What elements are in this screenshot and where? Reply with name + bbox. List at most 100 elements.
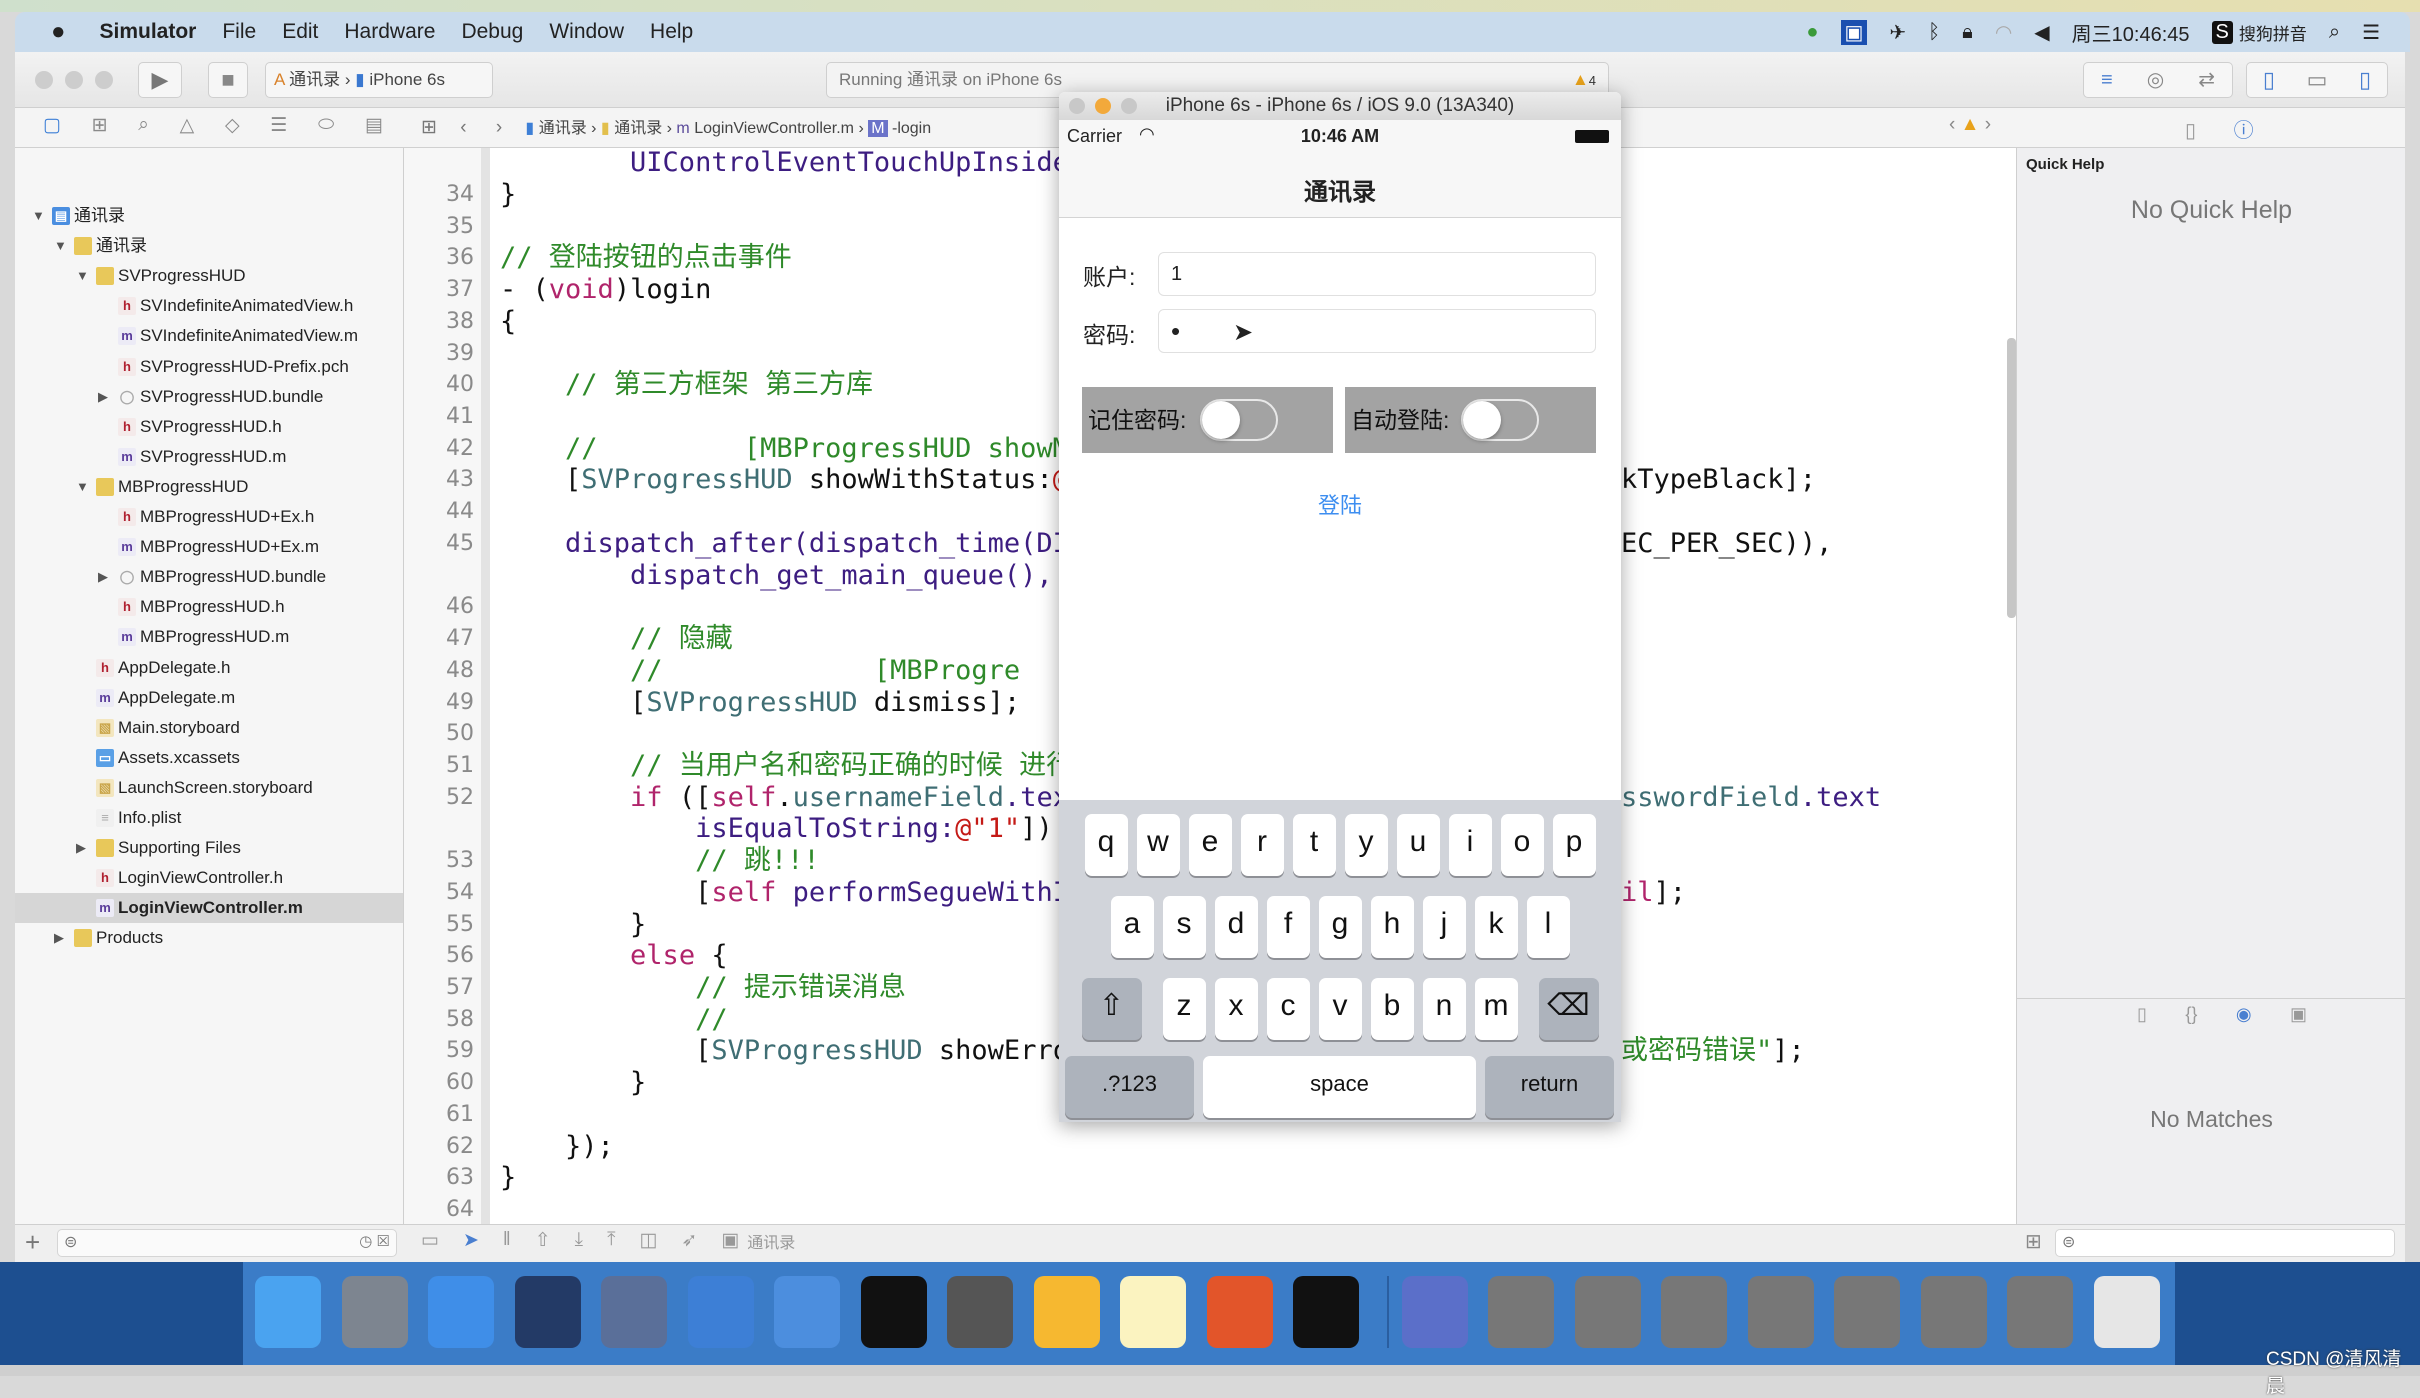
system-preferences-icon[interactable] bbox=[947, 1276, 1013, 1348]
disclosure-closed-icon[interactable]: ▶ bbox=[54, 923, 64, 953]
zoom-button[interactable] bbox=[95, 71, 113, 89]
password-field[interactable]: • bbox=[1158, 309, 1596, 353]
file-inspector-icon[interactable]: ▯ bbox=[2185, 120, 2196, 142]
file-tree-item[interactable]: h SVIndefiniteAnimatedView.h bbox=[15, 291, 403, 321]
key-e[interactable]: e bbox=[1188, 814, 1232, 876]
add-icon[interactable]: + bbox=[25, 1227, 40, 1258]
warning-count[interactable]: 4 bbox=[1589, 73, 1596, 88]
presentation-icon[interactable] bbox=[1206, 1276, 1273, 1348]
version-editor-icon[interactable]: ⇄ bbox=[2198, 63, 2215, 97]
next-issue-icon[interactable]: › bbox=[1985, 114, 1991, 135]
space-key[interactable]: space bbox=[1203, 1056, 1476, 1118]
notes-icon[interactable] bbox=[1120, 1276, 1186, 1348]
window-6-icon[interactable] bbox=[1920, 1276, 1987, 1348]
media-library-icon[interactable]: ▣ bbox=[2290, 1004, 2307, 1025]
key-r[interactable]: r bbox=[1240, 814, 1284, 876]
window-7-icon[interactable] bbox=[2007, 1276, 2073, 1348]
disclosure-open-icon[interactable]: ▼ bbox=[76, 261, 89, 291]
simulator-icon[interactable] bbox=[774, 1276, 840, 1348]
key-a[interactable]: a bbox=[1110, 896, 1154, 958]
file-tree-item[interactable]: h MBProgressHUD.h bbox=[15, 592, 403, 622]
menu-file[interactable]: File bbox=[222, 20, 256, 44]
key-f[interactable]: f bbox=[1266, 896, 1310, 958]
disclosure-open-icon[interactable]: ▼ bbox=[32, 201, 45, 231]
file-tree-item[interactable]: ▶ ◯ SVProgressHUD.bundle bbox=[15, 382, 403, 412]
file-tree-item[interactable]: ▶ Supporting Files bbox=[15, 833, 403, 863]
file-tree-item[interactable]: m MBProgressHUD.m bbox=[15, 622, 403, 652]
view-debugger-icon[interactable]: ◫ bbox=[639, 1229, 657, 1253]
key-w[interactable]: w bbox=[1136, 814, 1180, 876]
file-tree-item[interactable]: h SVProgressHUD-Prefix.pch bbox=[15, 352, 403, 382]
issue-warning-icon[interactable]: ▲ bbox=[1961, 114, 1980, 135]
terminal-icon[interactable] bbox=[860, 1276, 927, 1348]
report-navigator-icon[interactable]: ▤ bbox=[365, 114, 383, 137]
issue-navigator-icon[interactable]: △ bbox=[180, 114, 195, 137]
code-snippet-icon[interactable]: {} bbox=[2185, 1004, 2197, 1025]
file-tree-item[interactable]: ▶ Products bbox=[15, 923, 403, 953]
back-icon[interactable]: ‹ bbox=[460, 117, 466, 138]
green-app-icon[interactable]: ● bbox=[1806, 21, 1818, 44]
file-tree-item[interactable]: m AppDelegate.m bbox=[15, 683, 403, 713]
window-4-icon[interactable] bbox=[1747, 1276, 1814, 1348]
key-v[interactable]: v bbox=[1318, 978, 1362, 1040]
lock-icon[interactable]: 🔒︎ bbox=[1962, 21, 1973, 44]
menu-app[interactable]: Simulator bbox=[100, 20, 197, 44]
scheme-selector[interactable]: A 通讯录 › ▮ iPhone 6s bbox=[265, 62, 493, 98]
toggle-console-icon[interactable]: ▭ bbox=[421, 1229, 439, 1253]
key-t[interactable]: t bbox=[1292, 814, 1336, 876]
shift-key[interactable]: ⇧ bbox=[1081, 978, 1142, 1040]
remember-password-switch[interactable] bbox=[1200, 399, 1278, 441]
file-tree-item[interactable]: ≡ Info.plist bbox=[15, 803, 403, 833]
disclosure-closed-icon[interactable]: ▶ bbox=[76, 833, 86, 863]
file-tree-item[interactable]: ▭ Assets.xcassets bbox=[15, 743, 403, 773]
menu-help[interactable]: Help bbox=[650, 20, 693, 44]
trash-icon[interactable] bbox=[2093, 1276, 2160, 1348]
login-button[interactable]: 登陆 bbox=[1059, 488, 1621, 520]
assistant-editor-icon[interactable]: ◎ bbox=[2147, 63, 2164, 97]
file-tree-item[interactable]: ▼ ▤ 通讯录 bbox=[15, 201, 403, 231]
key-x[interactable]: x bbox=[1214, 978, 1258, 1040]
media-player-icon[interactable] bbox=[1401, 1276, 1468, 1348]
numbers-key[interactable]: .?123 bbox=[1065, 1056, 1194, 1118]
spotlight-icon[interactable]: ⌕ bbox=[2329, 21, 2340, 44]
delete-key[interactable]: ⌫ bbox=[1538, 978, 1599, 1040]
key-y[interactable]: y bbox=[1344, 814, 1388, 876]
key-i[interactable]: i bbox=[1448, 814, 1492, 876]
file-tree-item[interactable]: m SVProgressHUD.m bbox=[15, 442, 403, 472]
console-icon[interactable] bbox=[1293, 1276, 1359, 1348]
file-template-icon[interactable]: ▯ bbox=[2137, 1004, 2147, 1025]
ime-label[interactable]: 搜狗拼音 bbox=[2239, 20, 2307, 45]
file-tree-item[interactable]: h LoginViewController.h bbox=[15, 863, 403, 893]
zoom-button[interactable] bbox=[1121, 98, 1137, 114]
minimize-button[interactable] bbox=[65, 71, 83, 89]
recent-files-icon[interactable]: ◷ ☒ bbox=[359, 1232, 390, 1250]
step-over-icon[interactable]: ⇧ bbox=[535, 1229, 551, 1253]
close-button[interactable] bbox=[1069, 98, 1085, 114]
file-tree-item[interactable]: ▼ SVProgressHUD bbox=[15, 261, 403, 291]
find-navigator-icon[interactable]: ⌕ bbox=[138, 114, 149, 137]
notification-center-icon[interactable]: ☰ bbox=[2362, 20, 2380, 45]
jump-project[interactable]: 通讯录 bbox=[539, 120, 587, 137]
test-navigator-icon[interactable]: ◇ bbox=[225, 114, 240, 137]
key-j[interactable]: j bbox=[1422, 896, 1466, 958]
key-c[interactable]: c bbox=[1266, 978, 1310, 1040]
stop-button[interactable]: ■ bbox=[208, 62, 248, 98]
file-tree-item[interactable]: ▼ MBProgressHUD bbox=[15, 472, 403, 502]
breakpoints-icon[interactable]: ➤ bbox=[463, 1229, 479, 1253]
file-tree-item[interactable]: ▧ Main.storyboard bbox=[15, 713, 403, 743]
file-tree-item[interactable]: ▧ LaunchScreen.storyboard bbox=[15, 773, 403, 803]
standard-editor-icon[interactable]: ≡ bbox=[2101, 63, 2113, 97]
airplane-icon[interactable]: ✈ bbox=[1889, 20, 1906, 45]
file-tree-item[interactable]: h MBProgressHUD+Ex.h bbox=[15, 502, 403, 532]
screen-record-icon[interactable]: ▣ bbox=[1840, 19, 1868, 45]
key-b[interactable]: b bbox=[1370, 978, 1414, 1040]
key-l[interactable]: l bbox=[1526, 896, 1570, 958]
library-filter-input[interactable]: ⊜ bbox=[2055, 1229, 2395, 1257]
previous-issue-icon[interactable]: ‹ bbox=[1949, 114, 1955, 135]
debug-navigator-icon[interactable]: ☰ bbox=[270, 114, 287, 137]
key-h[interactable]: h bbox=[1370, 896, 1414, 958]
sketch-icon[interactable] bbox=[1033, 1276, 1100, 1348]
jump-method[interactable]: -login bbox=[892, 120, 931, 137]
symbol-navigator-icon[interactable]: ⊞ bbox=[92, 114, 108, 137]
location-icon[interactable]: ➶ bbox=[681, 1229, 697, 1253]
